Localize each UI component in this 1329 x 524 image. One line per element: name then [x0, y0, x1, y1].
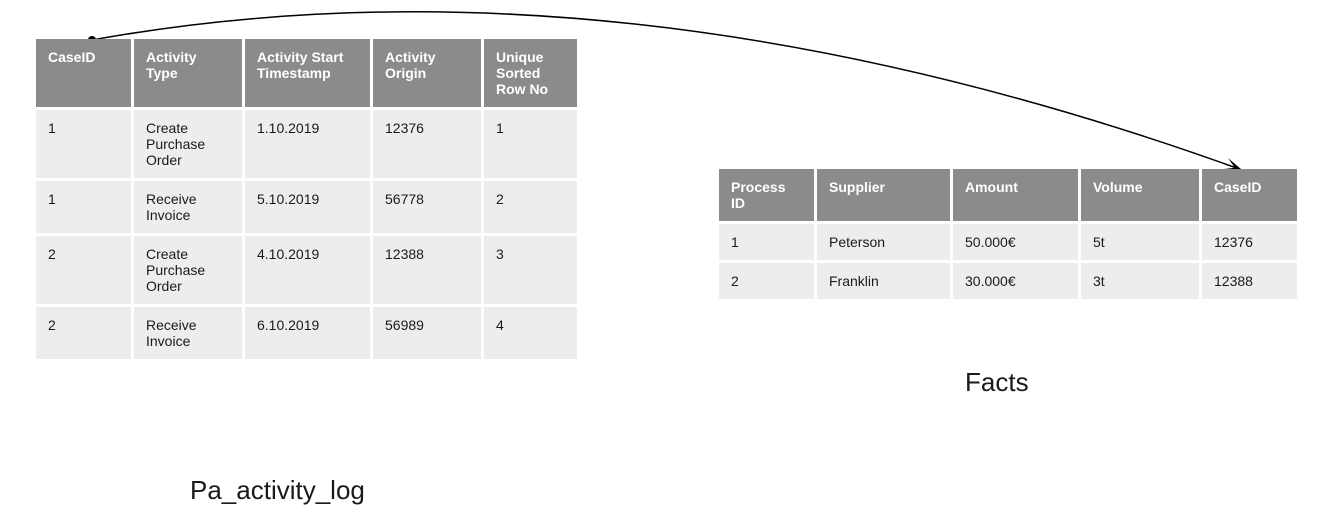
cell: Create Purchase Order — [134, 236, 242, 304]
col-supplier: Supplier — [817, 169, 950, 221]
table-body: 1 Create Purchase Order 1.10.2019 12376 … — [36, 110, 577, 359]
cell: 12388 — [1202, 263, 1297, 299]
facts-table: Process ID Supplier Amount Volume CaseID… — [716, 166, 1300, 302]
col-unique-sorted-row-no: Unique Sorted Row No — [484, 39, 577, 107]
cell: 56778 — [373, 181, 481, 233]
col-amount: Amount — [953, 169, 1078, 221]
table-row: 2 Franklin 30.000€ 3t 12388 — [719, 263, 1297, 299]
cell: 2 — [36, 307, 131, 359]
diagram-container: CaseID Activity Type Activity Start Time… — [0, 0, 1329, 524]
cell: 50.000€ — [953, 224, 1078, 260]
cell: 1 — [36, 181, 131, 233]
table-row: 1 Receive Invoice 5.10.2019 56778 2 — [36, 181, 577, 233]
cell: 12376 — [373, 110, 481, 178]
cell: 12376 — [1202, 224, 1297, 260]
cell: 3 — [484, 236, 577, 304]
col-activity-start-timestamp: Activity Start Timestamp — [245, 39, 370, 107]
cell: Create Purchase Order — [134, 110, 242, 178]
table-row: 2 Create Purchase Order 4.10.2019 12388 … — [36, 236, 577, 304]
cell: 30.000€ — [953, 263, 1078, 299]
cell: 1 — [719, 224, 814, 260]
table-body: 1 Peterson 50.000€ 5t 12376 2 Franklin 3… — [719, 224, 1297, 299]
cell: 6.10.2019 — [245, 307, 370, 359]
col-volume: Volume — [1081, 169, 1199, 221]
pa-activity-log-caption: Pa_activity_log — [190, 475, 365, 506]
table-header: CaseID Activity Type Activity Start Time… — [36, 39, 577, 107]
cell: 56989 — [373, 307, 481, 359]
col-caseid: CaseID — [36, 39, 131, 107]
pa-activity-log-table: CaseID Activity Type Activity Start Time… — [33, 36, 580, 362]
col-activity-type: Activity Type — [134, 39, 242, 107]
cell: Peterson — [817, 224, 950, 260]
cell: 4 — [484, 307, 577, 359]
table-header: Process ID Supplier Amount Volume CaseID — [719, 169, 1297, 221]
header-row: Process ID Supplier Amount Volume CaseID — [719, 169, 1297, 221]
cell: 5t — [1081, 224, 1199, 260]
col-caseid: CaseID — [1202, 169, 1297, 221]
cell: 3t — [1081, 263, 1199, 299]
table-row: 1 Peterson 50.000€ 5t 12376 — [719, 224, 1297, 260]
cell: 1 — [36, 110, 131, 178]
cell: Receive Invoice — [134, 307, 242, 359]
header-row: CaseID Activity Type Activity Start Time… — [36, 39, 577, 107]
cell: Franklin — [817, 263, 950, 299]
col-activity-origin: Activity Origin — [373, 39, 481, 107]
cell: 1.10.2019 — [245, 110, 370, 178]
cell: 12388 — [373, 236, 481, 304]
table-row: 1 Create Purchase Order 1.10.2019 12376 … — [36, 110, 577, 178]
cell: 2 — [484, 181, 577, 233]
cell: 2 — [719, 263, 814, 299]
cell: Receive Invoice — [134, 181, 242, 233]
table-row: 2 Receive Invoice 6.10.2019 56989 4 — [36, 307, 577, 359]
cell: 2 — [36, 236, 131, 304]
cell: 5.10.2019 — [245, 181, 370, 233]
cell: 4.10.2019 — [245, 236, 370, 304]
col-process-id: Process ID — [719, 169, 814, 221]
facts-caption: Facts — [965, 367, 1029, 398]
cell: 1 — [484, 110, 577, 178]
